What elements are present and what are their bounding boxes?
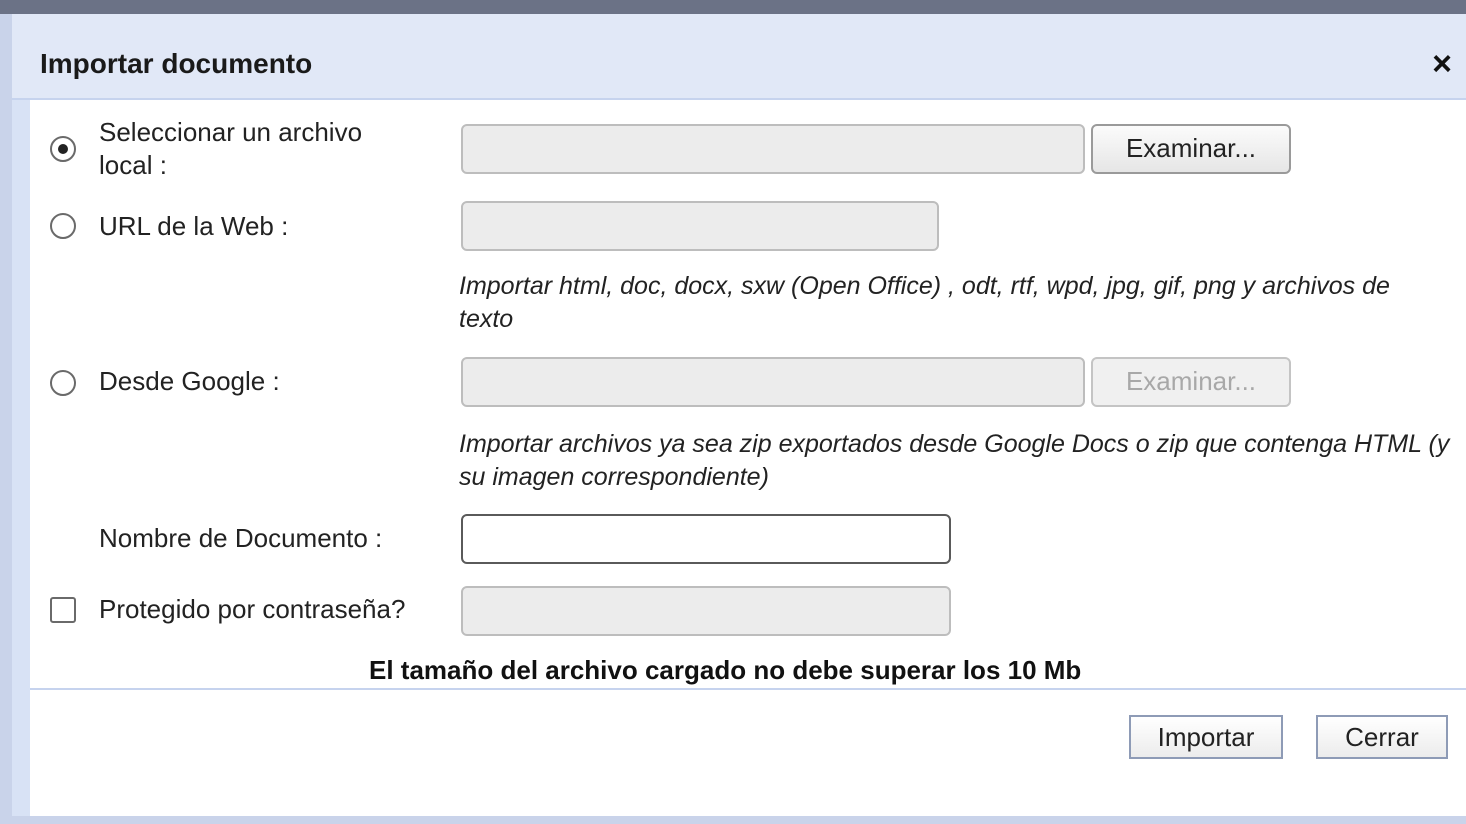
close-icon[interactable]: × [1424,46,1460,82]
dialog-titlebar: Importar documento × [12,14,1466,100]
radio-google[interactable] [50,370,76,396]
web-url-label: URL de la Web : [99,211,289,241]
google-file-input[interactable] [461,357,1085,407]
password-label: Protegido por contraseña? [99,594,406,624]
local-file-path-input[interactable] [461,124,1085,174]
password-checkbox[interactable] [50,597,76,623]
window-top-border [0,0,1466,14]
import-button[interactable]: Importar [1129,715,1283,759]
web-url-input[interactable] [461,201,939,251]
radio-web-url[interactable] [50,213,76,239]
radio-local-file[interactable] [50,136,76,162]
google-label: Desde Google : [99,366,280,396]
close-button[interactable]: Cerrar [1316,715,1448,759]
password-input[interactable] [461,586,951,636]
web-url-hint: Importar html, doc, docx, sxw (Open Offi… [459,272,1390,333]
local-file-label: Seleccionar un archivo local : [99,117,363,180]
file-size-note: El tamaño del archivo cargado no debe su… [369,655,1082,685]
document-name-label: Nombre de Documento : [99,523,383,553]
google-browse-button[interactable]: Examinar... [1091,357,1291,407]
dialog-title: Importar documento [40,48,313,79]
google-hint: Importar archivos ya sea zip exportados … [459,430,1450,491]
screen-background: Importar documento × Seleccionar un arch… [0,0,1466,824]
document-name-input[interactable] [461,514,951,564]
local-file-browse-button[interactable]: Examinar... [1091,124,1291,174]
